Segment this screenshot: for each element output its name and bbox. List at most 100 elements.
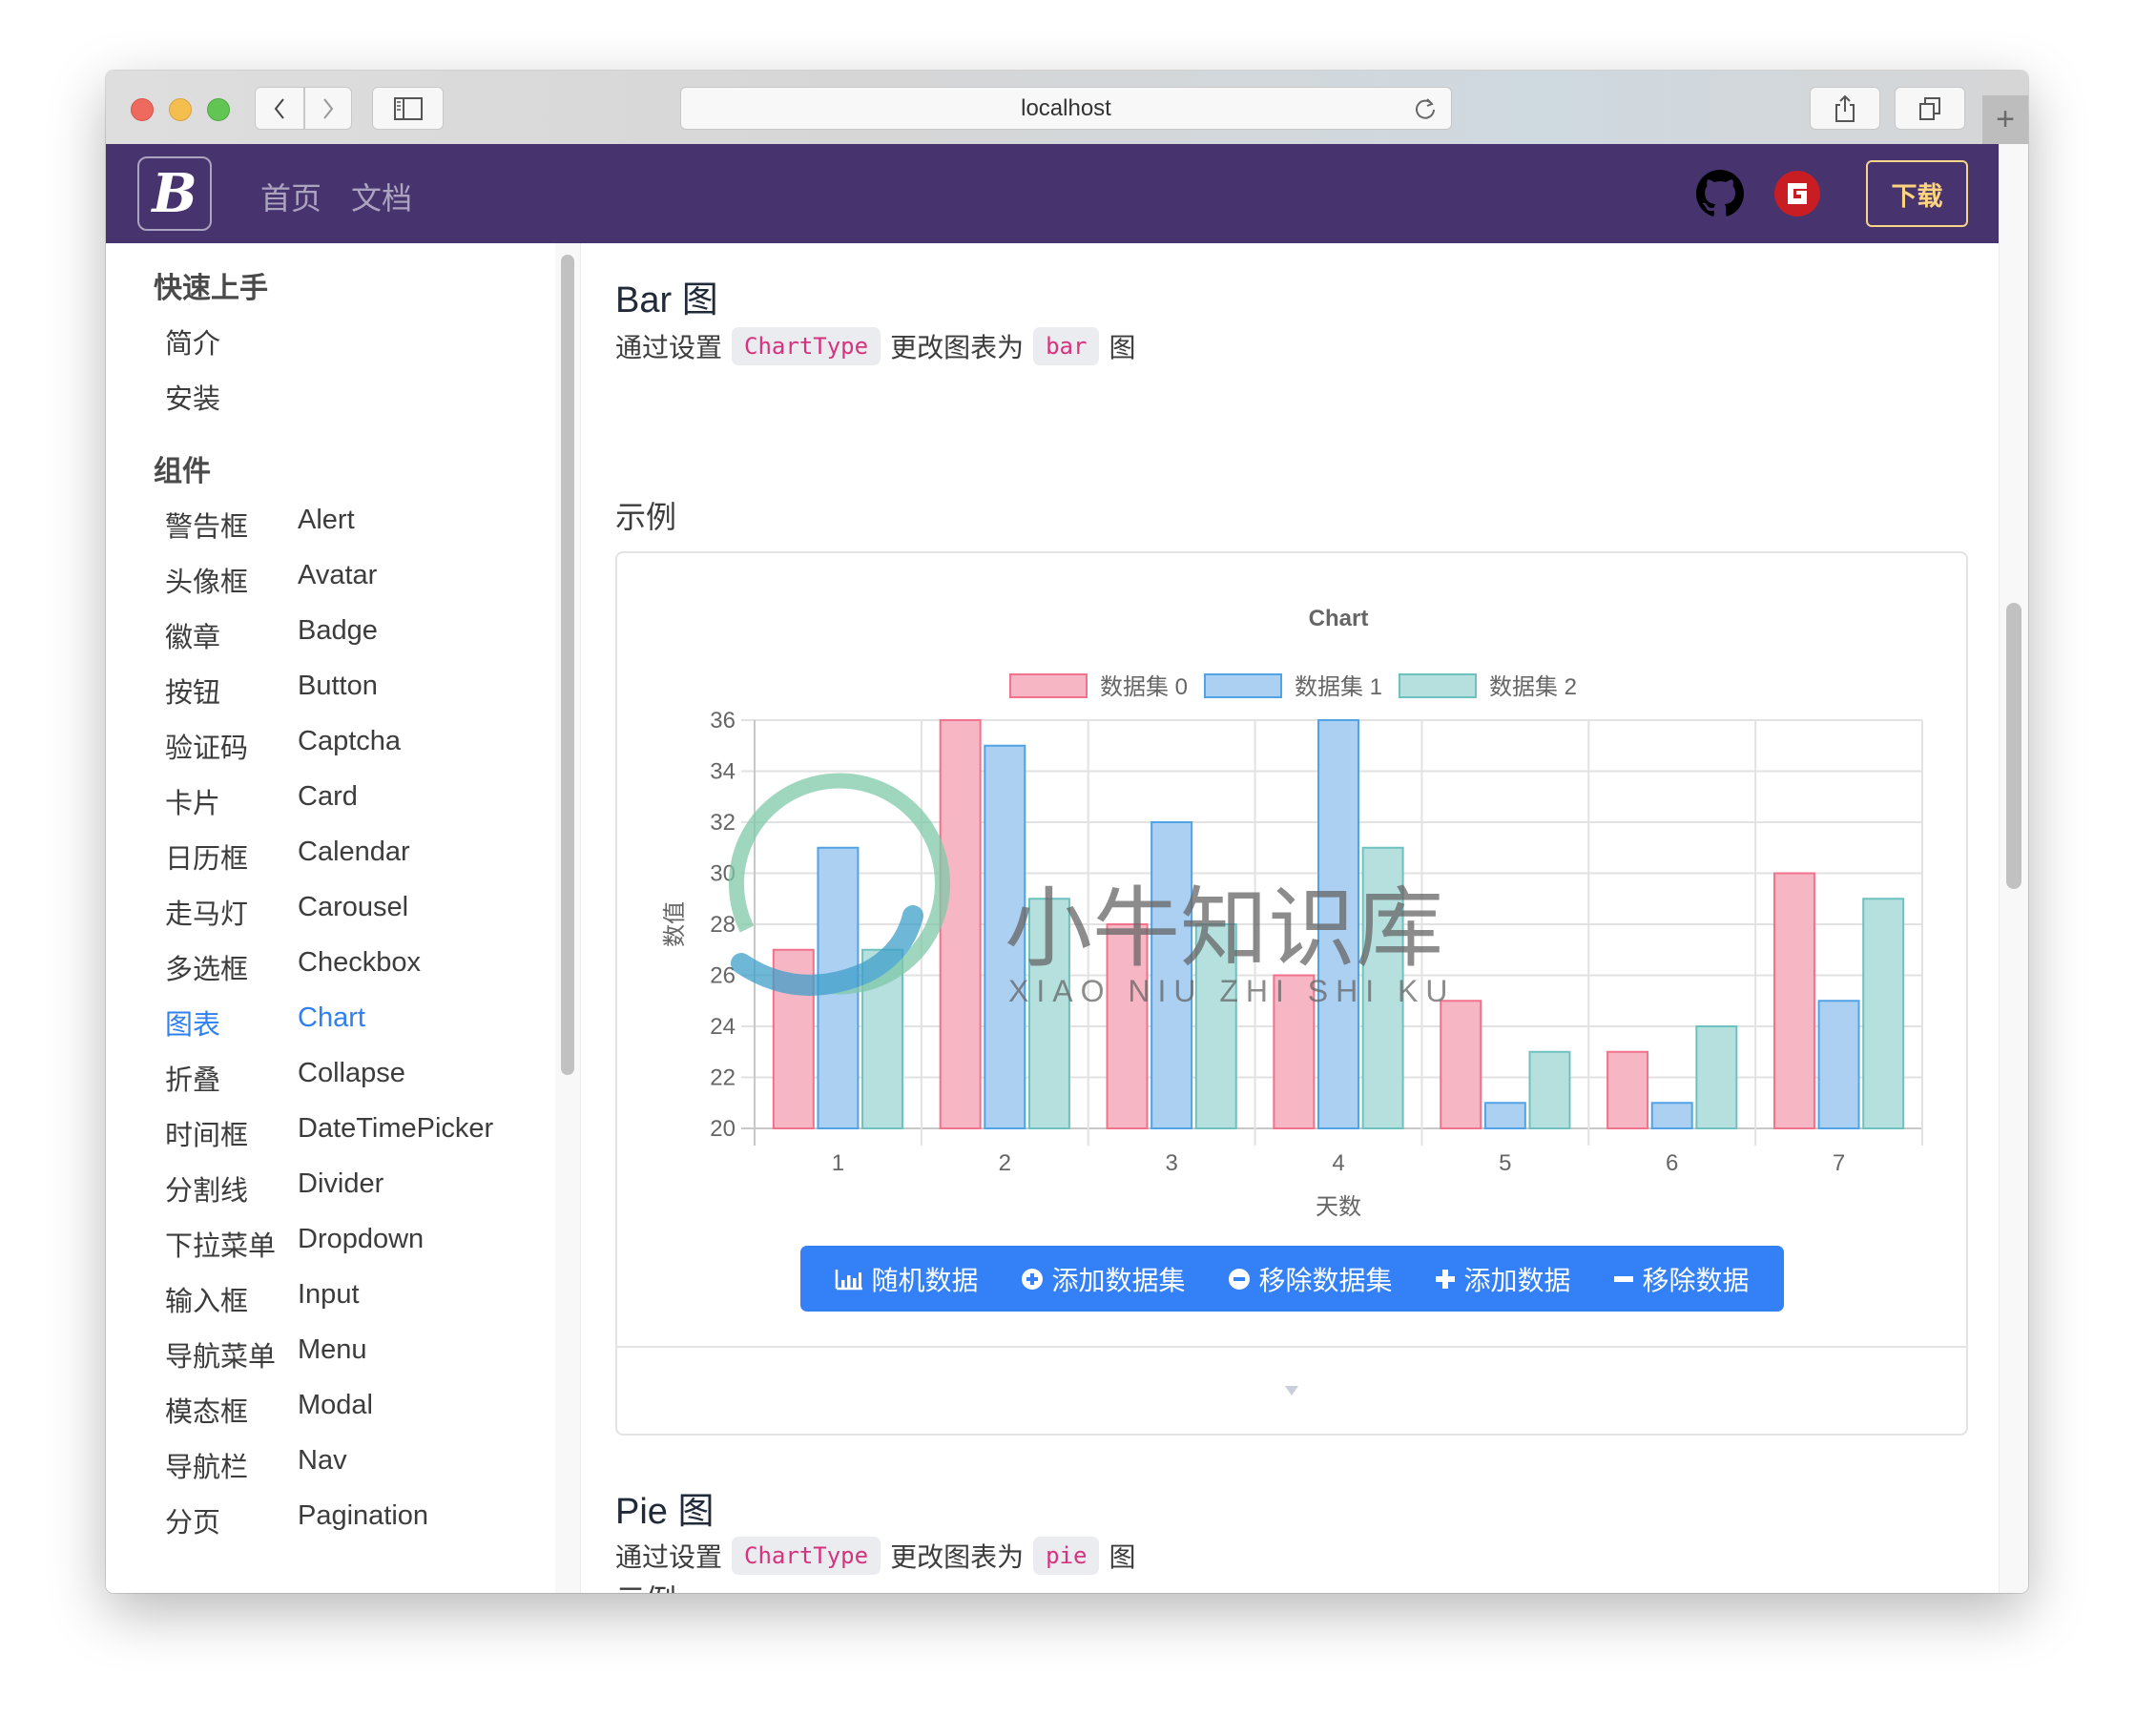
site-logo[interactable]: B [137,156,212,231]
sidebar-scrollbar-thumb[interactable] [561,255,574,1075]
nav-link-docs[interactable]: 文档 [351,175,412,218]
bar-2-4 [1528,1050,1571,1129]
site-navbar: B 首页 文档 下载 [106,144,1999,243]
sidebar-toggle-button[interactable] [372,87,444,130]
sidebar-item-cn-label: 警告框 [165,512,249,543]
download-button[interactable]: 下载 [1866,160,1968,227]
nav-link-home[interactable]: 首页 [260,175,321,218]
sidebar-item-pagination[interactable]: 分页 Pagination [165,1500,547,1544]
sidebar-item-item-0[interactable]: 简介 [165,321,547,365]
x-tick-label: 7 [1833,1150,1845,1176]
close-window-button[interactable] [131,98,154,121]
share-button[interactable] [1810,87,1880,130]
sidebar-item-cn-label: 简介 [165,329,221,360]
github-icon[interactable] [1696,170,1744,217]
reload-icon[interactable] [1413,96,1438,121]
sidebar-item-menu[interactable]: 导航菜单 Menu [165,1334,547,1378]
sidebar-item-cn-label: 分页 [165,1508,221,1539]
y-tick-label: 28 [710,912,736,938]
url-text: localhost [1021,94,1111,121]
sidebar-item-cn-label: 图表 [165,1010,221,1041]
sidebar-item-en-label: Avatar [298,560,378,590]
add-dataset-button[interactable]: 添加数据集 [1021,1260,1186,1298]
main-content: Bar 图 通过设置 ChartType 更改图表为 bar 图 示例 Char… [615,243,1999,1593]
legend-label: 数据集 1 [1295,674,1382,700]
forward-button[interactable] [304,87,352,130]
sidebar-item-item-1[interactable]: 安装 [165,377,547,421]
sidebar-item-cn-label: 折叠 [165,1065,221,1096]
address-bar[interactable]: localhost [680,87,1452,130]
page-scrollbar-thumb[interactable] [2006,603,2021,889]
new-tab-button[interactable]: + [1982,95,2028,144]
sidebar-item-card[interactable]: 卡片 Card [165,781,547,825]
plus-icon: + [1996,101,2015,137]
sidebar-item-cn-label: 头像框 [165,568,249,598]
download-label: 下载 [1891,181,1943,211]
minus-icon [1613,1268,1634,1291]
sidebar-item-carousel[interactable]: 走马灯 Carousel [165,892,547,936]
random-data-button[interactable]: 随机数据 [835,1260,979,1298]
plus-circle-icon [1021,1268,1044,1291]
minus-circle-icon [1228,1268,1251,1291]
sidebar-item-captcha[interactable]: 验证码 Captcha [165,726,547,770]
bar-0-5 [1606,1050,1649,1129]
x-tick-label: 1 [832,1150,844,1176]
sidebar-item-alert[interactable]: 警告框 Alert [165,505,547,548]
sidebar-item-cn-label: 验证码 [165,734,249,764]
sidebar-item-avatar[interactable]: 头像框 Avatar [165,560,547,604]
tabs-overview-button[interactable] [1895,87,1965,130]
sidebar-item-badge[interactable]: 徽章 Badge [165,615,547,659]
bar-0-1 [939,719,982,1129]
sidebar-item-datetimepicker[interactable]: 时间框 DateTimePicker [165,1113,547,1157]
sidebar-item-en-label: Card [298,781,358,812]
add-data-button[interactable]: 添加数据 [1435,1260,1571,1298]
sidebar-item-collapse[interactable]: 折叠 Collapse [165,1058,547,1102]
bar-0-4 [1440,1000,1482,1129]
remove-dataset-button[interactable]: 移除数据集 [1228,1260,1393,1298]
sidebar-item-en-label: Nav [298,1445,347,1476]
y-tick-label: 34 [710,759,736,785]
back-button[interactable] [255,87,304,130]
sidebar-scrollbar[interactable] [555,243,581,1593]
sidebar-item-en-label: Collapse [298,1058,405,1088]
x-tick-label: 5 [1499,1150,1511,1176]
sidebar-item-input[interactable]: 输入框 Input [165,1279,547,1323]
desc-text: 更改图表为 [890,333,1025,362]
sidebar-item-cn-label: 走马灯 [165,899,249,930]
sidebar-item-en-label: Chart [298,1002,365,1033]
sidebar-item-calendar[interactable]: 日历框 Calendar [165,837,547,880]
sidebar-item-cn-label: 多选框 [165,955,249,985]
sidebar-group-title: 组件 [154,456,211,487]
sidebar-item-cn-label: 卡片 [165,789,221,819]
sidebar-item-cn-label: 安装 [165,384,221,415]
caret-down-icon[interactable] [1285,1386,1298,1395]
code-toggle-footer[interactable] [617,1346,1966,1434]
page-scrollbar[interactable] [1999,144,2028,1593]
sidebar-item-cn-label: 日历框 [165,844,249,875]
desc-text: 图 [1109,333,1136,362]
bar-chart-icon [835,1268,863,1291]
bar-1-4 [1483,1102,1526,1129]
sidebar-item-checkbox[interactable]: 多选框 Checkbox [165,947,547,991]
sidebar-item-cn-label: 下拉菜单 [165,1231,277,1262]
sidebar-item-button[interactable]: 按钮 Button [165,671,547,714]
desc-text: 通过设置 [615,333,723,362]
maximize-window-button[interactable] [207,98,230,121]
chart-example-card: Chart 数据集 0 数据集 1 数据集 2 20 22 24 26 28 30 32 34 36 1 2… [615,551,1968,1436]
sidebar-item-nav[interactable]: 导航栏 Nav [165,1445,547,1489]
sidebar-item-divider[interactable]: 分割线 Divider [165,1168,547,1212]
sidebar-item-dropdown[interactable]: 下拉菜单 Dropdown [165,1224,547,1268]
sidebar-item-cn-label: 分割线 [165,1176,249,1207]
sidebar-item-en-label: Checkbox [298,947,421,978]
bar-1-5 [1650,1102,1693,1129]
gitee-icon[interactable] [1773,170,1821,217]
sidebar-item-chart[interactable]: 图表 Chart [165,1002,547,1046]
sidebar-item-en-label: Pagination [298,1500,429,1531]
sidebar-item-cn-label: 徽章 [165,623,221,653]
sidebar-item-cn-label: 导航菜单 [165,1342,277,1373]
sidebar-item-modal[interactable]: 模态框 Modal [165,1390,547,1434]
code-charttype: ChartType [732,1537,881,1575]
bar-2-5 [1695,1025,1738,1129]
minimize-window-button[interactable] [169,98,192,121]
remove-data-button[interactable]: 移除数据 [1613,1260,1750,1298]
